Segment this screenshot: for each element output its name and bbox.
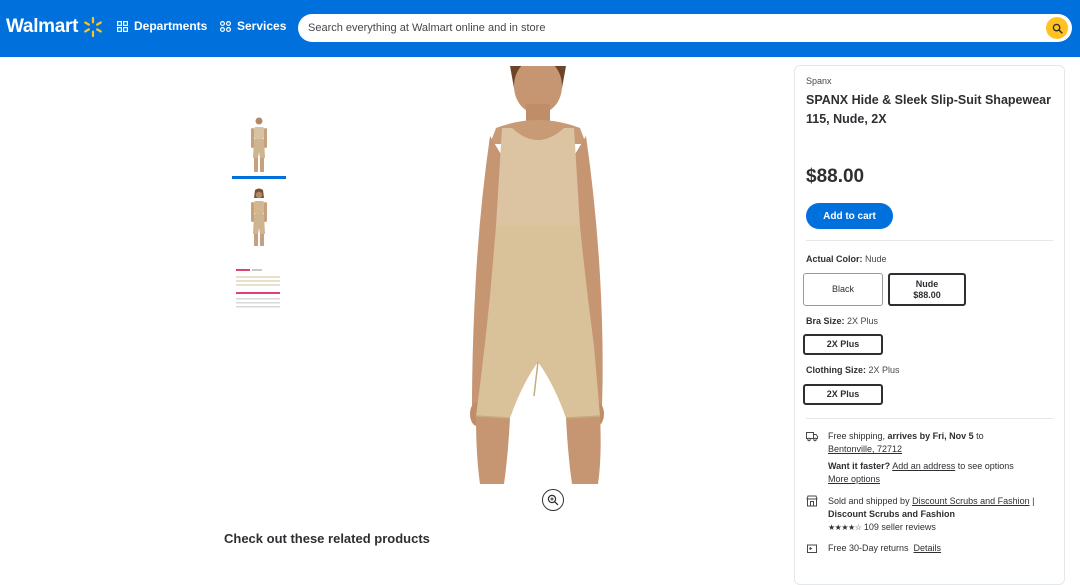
color-swatch-name: Black bbox=[831, 284, 854, 294]
want-faster-label: Want it faster? bbox=[828, 461, 891, 471]
seller-separator: | bbox=[1029, 496, 1035, 506]
grid-icon bbox=[117, 20, 128, 32]
product-price: $88.00 bbox=[806, 166, 865, 187]
thumbnail-front-view-alt[interactable] bbox=[232, 188, 286, 248]
walmart-logo[interactable]: Walmart bbox=[6, 16, 104, 38]
sold-by-prefix: Sold and shipped by bbox=[828, 496, 913, 506]
search-input[interactable] bbox=[308, 14, 1038, 42]
top-header: Walmart Departments Services bbox=[0, 0, 1080, 57]
bra-size-option-label: Bra Size: 2X Plus bbox=[806, 316, 878, 326]
more-options-link[interactable]: More options bbox=[828, 474, 880, 484]
clothing-size-option[interactable]: 2X Plus bbox=[803, 384, 883, 405]
color-swatch-nude[interactable]: Nude $88.00 bbox=[888, 273, 966, 306]
thumbnail-front-view[interactable] bbox=[232, 114, 286, 174]
services-button[interactable]: Services bbox=[220, 19, 286, 33]
bra-size-option-label: 2X Plus bbox=[826, 339, 860, 349]
thumbnail-selected-indicator bbox=[232, 176, 286, 179]
color-value: Nude bbox=[865, 254, 887, 264]
seller-reviews[interactable]: 109 seller reviews bbox=[864, 522, 936, 532]
color-swatch-black[interactable]: Black bbox=[803, 273, 883, 306]
bra-size-value: 2X Plus bbox=[847, 316, 879, 326]
clothing-size-option-label: Clothing Size: 2X Plus bbox=[806, 365, 900, 375]
brand-link[interactable]: Spanx bbox=[806, 76, 832, 86]
departments-button[interactable]: Departments bbox=[117, 19, 207, 33]
seller-rating-stars: ★★★★☆ bbox=[828, 523, 862, 532]
bra-size-label: Bra Size: bbox=[806, 316, 845, 326]
clothing-size-value: 2X Plus bbox=[868, 365, 900, 375]
returns-text: Free 30-Day returns bbox=[828, 543, 909, 553]
color-swatch-name: Nude bbox=[915, 278, 939, 289]
size-chart-thumbnail bbox=[234, 266, 284, 312]
thumbnail-image bbox=[251, 117, 267, 172]
add-to-cart-button[interactable]: Add to cart bbox=[806, 203, 893, 229]
location-link[interactable]: Bentonville, 72712 bbox=[828, 444, 902, 454]
clothing-size-label: Clothing Size: bbox=[806, 365, 866, 375]
services-label: Services bbox=[237, 19, 287, 33]
shipping-arrival: arrives by Fri, Nov 5 bbox=[887, 431, 974, 441]
search-icon bbox=[1052, 23, 1063, 34]
related-products-heading: Check out these related products bbox=[224, 531, 430, 546]
color-label: Actual Color: bbox=[806, 254, 863, 264]
color-swatch-price: $88.00 bbox=[913, 289, 941, 300]
product-main-image[interactable] bbox=[462, 66, 638, 484]
zoom-button[interactable] bbox=[542, 489, 564, 511]
returns-icon bbox=[807, 544, 817, 553]
returns-details-link[interactable]: Details bbox=[914, 543, 942, 553]
spark-icon bbox=[84, 16, 103, 38]
shipping-to: to bbox=[973, 431, 984, 441]
zoom-in-icon bbox=[547, 494, 559, 506]
add-address-link[interactable]: Add an address bbox=[892, 461, 955, 471]
product-title: SPANX Hide & Sleek Slip-Suit Shapewear 1… bbox=[806, 93, 1051, 126]
seller-link[interactable]: Discount Scrubs and Fashion bbox=[912, 496, 1030, 506]
search-button[interactable] bbox=[1046, 17, 1068, 39]
search-bar bbox=[298, 14, 1072, 42]
logo-text: Walmart bbox=[6, 16, 79, 37]
see-options-text: to see options bbox=[955, 461, 1014, 471]
services-grid-icon bbox=[220, 20, 231, 32]
departments-label: Departments bbox=[134, 19, 208, 33]
clothing-size-option-label: 2X Plus bbox=[826, 389, 860, 399]
color-option-label: Actual Color: Nude bbox=[806, 254, 887, 264]
thumbnail-image bbox=[251, 188, 267, 246]
divider bbox=[806, 418, 1053, 419]
shipping-prefix: Free shipping, bbox=[828, 431, 888, 441]
divider bbox=[806, 240, 1053, 241]
store-icon bbox=[806, 495, 818, 507]
seller-name: Discount Scrubs and Fashion bbox=[828, 509, 956, 519]
thumbnail-size-chart[interactable] bbox=[232, 262, 286, 322]
bra-size-option[interactable]: 2X Plus bbox=[803, 334, 883, 355]
truck-icon bbox=[806, 432, 818, 442]
